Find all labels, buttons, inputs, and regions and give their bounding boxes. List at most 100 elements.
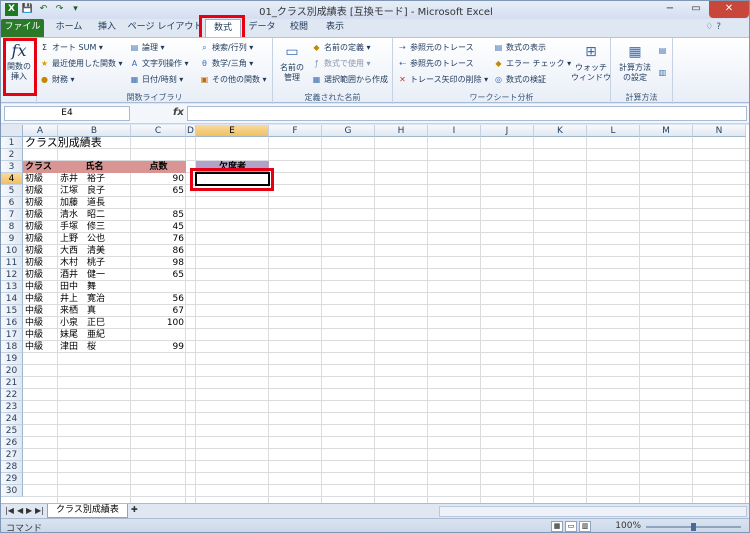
cell-name[interactable]: 木村 桃子 <box>58 257 107 269</box>
cell-class[interactable]: 中級 <box>23 329 45 341</box>
cell-score[interactable]: 85 <box>131 209 186 221</box>
cell-name[interactable]: 加藤 道長 <box>58 197 107 209</box>
cell-class[interactable]: 中級 <box>23 305 45 317</box>
zoom-slider-knob[interactable] <box>691 523 696 531</box>
close-button[interactable]: ✕ <box>709 1 749 18</box>
calculation-options-button[interactable]: ▦ 計算方法 の設定 <box>613 42 657 83</box>
calculate-sheet-button[interactable]: ▥ <box>657 66 670 80</box>
insert-function-button[interactable]: fx 関数の 挿入 <box>4 41 34 82</box>
column-header-c[interactable]: C <box>131 125 186 137</box>
column-header-e[interactable]: E <box>196 125 269 137</box>
row-header-1[interactable]: 1 <box>1 137 23 149</box>
header-score[interactable]: 点数 <box>131 161 186 173</box>
cell-name[interactable]: 手塚 修三 <box>58 221 107 233</box>
row-header-27[interactable]: 27 <box>1 449 23 461</box>
cell-class[interactable]: 初級 <box>23 245 45 257</box>
row-header-5[interactable]: 5 <box>1 185 23 197</box>
column-header-f[interactable]: F <box>269 125 322 137</box>
normal-view-icon[interactable]: ▦ <box>551 521 563 532</box>
row-header-16[interactable]: 16 <box>1 317 23 329</box>
row-header-4[interactable]: 4 <box>1 173 23 185</box>
math-button[interactable]: θ 数学/三角 ▾ <box>199 57 253 71</box>
page-break-view-icon[interactable]: ▥ <box>579 521 591 532</box>
recent-functions-button[interactable]: ★ 最近使用した関数 ▾ <box>39 57 123 71</box>
help-icon[interactable]: ♢ ? <box>705 22 721 32</box>
sheet-nav-prev-icon[interactable]: ◀ <box>17 506 23 515</box>
worksheet-grid[interactable]: A B C D E F G H I J K L M N 1 2 3 4 5 6 7 8 9 10 11 12 13 14 15 16 17 1… <box>1 125 749 503</box>
lookup-button[interactable]: ⌕ 検索/行列 ▾ <box>199 41 253 55</box>
evaluate-formula-button[interactable]: ◎ 数式の検証 <box>493 73 546 87</box>
sheet-title[interactable]: クラス別成績表 <box>23 137 104 149</box>
cell-class[interactable]: 初級 <box>23 197 45 209</box>
select-all-corner[interactable] <box>1 125 23 137</box>
watch-window-button[interactable]: ⊞ ウォッチ ウィンドウ <box>571 42 611 83</box>
cell-class[interactable]: 初級 <box>23 233 45 245</box>
cell-class[interactable]: 中級 <box>23 341 45 353</box>
new-sheet-icon[interactable]: ✚ <box>131 505 138 514</box>
cell-name[interactable]: 妹尾 亜紀 <box>58 329 107 341</box>
cell-name[interactable]: 上野 公也 <box>58 233 107 245</box>
cell-class[interactable]: 中級 <box>23 317 45 329</box>
row-header-26[interactable]: 26 <box>1 437 23 449</box>
tab-view[interactable]: 表示 <box>319 19 351 37</box>
cell-class[interactable]: 初級 <box>23 221 45 233</box>
cell-score[interactable]: 100 <box>131 317 186 329</box>
row-header-24[interactable]: 24 <box>1 413 23 425</box>
cell-score[interactable]: 65 <box>131 185 186 197</box>
column-header-m[interactable]: M <box>640 125 693 137</box>
tab-file[interactable]: ファイル <box>1 19 44 37</box>
row-header-18[interactable]: 18 <box>1 341 23 353</box>
row-header-28[interactable]: 28 <box>1 461 23 473</box>
cell-name[interactable]: 赤井 裕子 <box>58 173 107 185</box>
column-header-k[interactable]: K <box>534 125 587 137</box>
logical-button[interactable]: ▤ 論理 ▾ <box>129 41 165 55</box>
tab-home[interactable]: ホーム <box>49 19 89 37</box>
column-header-n[interactable]: N <box>693 125 746 137</box>
cell-name[interactable]: 江塚 良子 <box>58 185 107 197</box>
sheet-nav-first-icon[interactable]: |◀ <box>5 506 14 515</box>
financial-button[interactable]: ● 財務 ▾ <box>39 73 75 87</box>
name-manager-button[interactable]: ▭ 名前の 管理 <box>275 42 309 83</box>
trace-dependents-button[interactable]: ⇠ 参照先のトレース <box>397 57 473 71</box>
column-header-j[interactable]: J <box>481 125 534 137</box>
row-header-6[interactable]: 6 <box>1 197 23 209</box>
cell-score[interactable]: 56 <box>131 293 186 305</box>
more-functions-button[interactable]: ▣ その他の関数 ▾ <box>199 73 267 87</box>
row-header-10[interactable]: 10 <box>1 245 23 257</box>
tab-data[interactable]: データ <box>245 19 279 37</box>
cell-score[interactable]: 76 <box>131 233 186 245</box>
fx-button[interactable]: fx <box>173 107 184 118</box>
row-header-17[interactable]: 17 <box>1 329 23 341</box>
sheet-nav-next-icon[interactable]: ▶ <box>26 506 32 515</box>
row-header-29[interactable]: 29 <box>1 473 23 485</box>
remove-arrows-button[interactable]: ✕ トレース矢印の削除 ▾ <box>397 73 488 87</box>
column-header-l[interactable]: L <box>587 125 640 137</box>
maximize-button[interactable]: ▭ <box>683 1 709 18</box>
cell-name[interactable]: 津田 桜 <box>58 341 98 353</box>
row-header-25[interactable]: 25 <box>1 425 23 437</box>
cell-name[interactable]: 小泉 正巳 <box>58 317 107 329</box>
create-from-selection-button[interactable]: ▦ 選択範囲から作成 <box>311 73 388 87</box>
cell-score[interactable]: 65 <box>131 269 186 281</box>
selected-cell-e4[interactable] <box>195 172 270 186</box>
tab-insert[interactable]: 挿入 <box>91 19 123 37</box>
show-formulas-button[interactable]: ▤ 数式の表示 <box>493 41 546 55</box>
page-layout-view-icon[interactable]: ▭ <box>565 521 577 532</box>
trace-precedents-button[interactable]: ⇢ 参照元のトレース <box>397 41 473 55</box>
text-button[interactable]: A 文字列操作 ▾ <box>129 57 189 71</box>
zoom-slider[interactable] <box>646 523 741 531</box>
cell-class[interactable]: 中級 <box>23 281 45 293</box>
row-header-9[interactable]: 9 <box>1 233 23 245</box>
tab-formulas[interactable]: 数式 <box>205 19 241 38</box>
cell-score[interactable]: 86 <box>131 245 186 257</box>
column-header-h[interactable]: H <box>375 125 428 137</box>
cell-score[interactable] <box>131 197 186 209</box>
column-header-d[interactable]: D <box>186 125 196 137</box>
sheet-nav-last-icon[interactable]: ▶| <box>35 506 44 515</box>
row-header-7[interactable]: 7 <box>1 209 23 221</box>
row-header-8[interactable]: 8 <box>1 221 23 233</box>
tab-page-layout[interactable]: ページ レイアウト <box>126 19 204 37</box>
row-header-3[interactable]: 3 <box>1 161 23 173</box>
cell-score[interactable] <box>131 281 186 293</box>
cell-score[interactable]: 67 <box>131 305 186 317</box>
